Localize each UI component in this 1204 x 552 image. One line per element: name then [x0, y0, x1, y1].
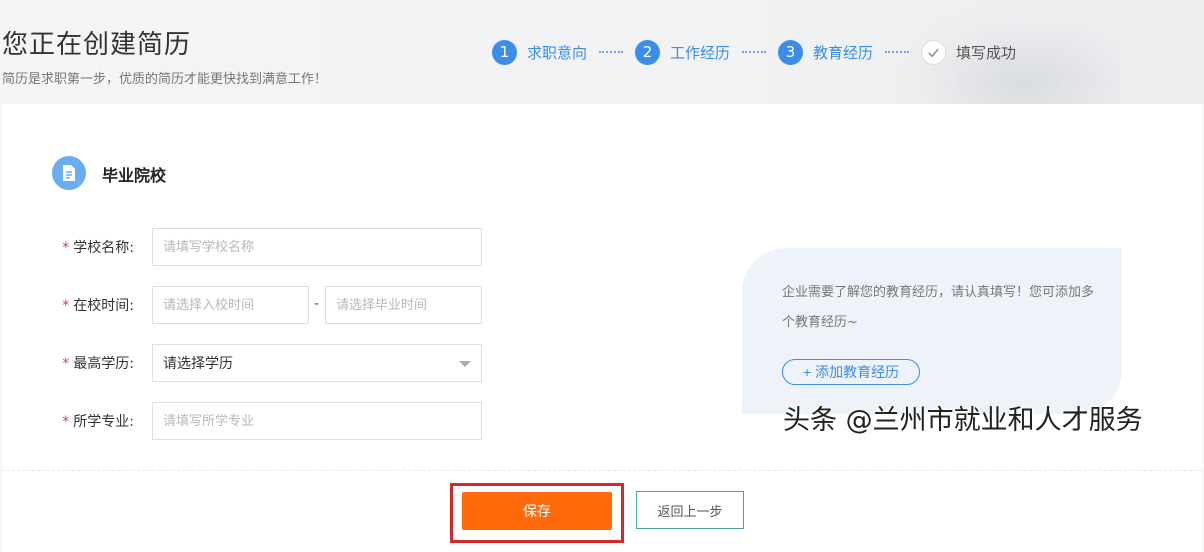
page-title: 您正在创建简历 [2, 30, 192, 60]
progress-steps: 1 求职意向 2 工作经历 3 教育经历 填写成功 [492, 38, 1016, 66]
major-label: * 所学专业: [34, 411, 134, 431]
step-number-2: 2 [635, 39, 661, 65]
school-time-label: * 在校时间: [34, 295, 134, 315]
date-separator: - [314, 296, 320, 312]
tip-panel: 企业需要了解您的教育经历，请认真填写！您可添加多个教育经历~ + 添加教育经历 [742, 248, 1122, 414]
required-mark: * [62, 414, 70, 430]
required-mark: * [62, 298, 70, 314]
section-title: 毕业院校 [102, 166, 167, 185]
tip-text: 企业需要了解您的教育经历，请认真填写！您可添加多个教育经历~ [782, 285, 1095, 330]
step-job-intention[interactable]: 1 求职意向 [492, 39, 588, 65]
check-icon [921, 39, 947, 65]
end-date-input[interactable] [325, 286, 482, 324]
step-complete: 填写成功 [921, 39, 1017, 65]
chevron-down-icon [459, 361, 471, 367]
step-label: 求职意向 [527, 43, 588, 62]
step-label: 填写成功 [956, 43, 1017, 62]
label-text: 学校名称: [73, 240, 134, 256]
degree-select[interactable]: 请选择学历 [152, 344, 482, 382]
step-label: 工作经历 [670, 43, 731, 62]
start-date-input[interactable] [152, 286, 309, 324]
step-work-experience[interactable]: 2 工作经历 [635, 39, 731, 65]
save-button[interactable]: 保存 [462, 492, 612, 530]
required-mark: * [62, 356, 70, 372]
step-number-1: 1 [492, 39, 517, 65]
degree-label: * 最高学历: [34, 353, 134, 373]
school-name-label: * 学校名称: [34, 237, 134, 257]
add-education-button[interactable]: + 添加教育经历 [782, 359, 921, 385]
school-name-input[interactable] [152, 228, 482, 266]
step-label: 教育经历 [813, 43, 874, 62]
major-input[interactable] [152, 402, 482, 440]
required-mark: * [62, 240, 70, 256]
step-number-3: 3 [778, 39, 804, 65]
page-subtitle: 简历是求职第一步，优质的简历才能更快找到满意工作！ [2, 72, 328, 87]
label-text: 所学专业: [73, 414, 134, 430]
step-connector [599, 51, 624, 53]
label-text: 最高学历: [73, 356, 134, 372]
step-education[interactable]: 3 教育经历 [778, 39, 874, 65]
step-connector [742, 51, 767, 53]
watermark: 头条 @兰州市就业和人才服务 [783, 405, 1143, 436]
page-header: 您正在创建简历 简历是求职第一步，优质的简历才能更快找到满意工作！ 1 求职意向… [0, 0, 1204, 104]
label-text: 在校时间: [73, 298, 134, 314]
degree-select-value: 请选择学历 [163, 356, 233, 372]
footer-divider [2, 470, 1202, 471]
step-connector [885, 51, 910, 53]
education-form-card: 毕业院校 *学校名称: *在校时间: - *最高学历: 请选择学历 *所学专业:… [2, 104, 1202, 552]
back-button[interactable]: 返回上一步 [636, 491, 744, 529]
document-icon [52, 156, 86, 190]
